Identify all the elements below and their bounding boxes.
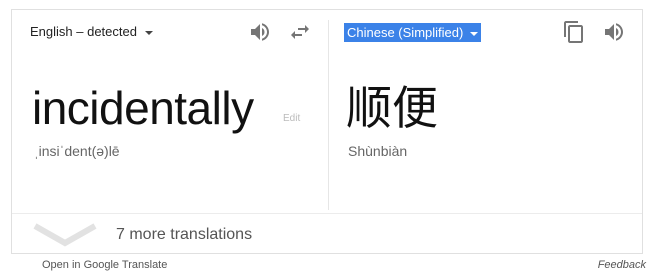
swap-languages-icon[interactable]	[288, 20, 312, 44]
source-language-label: English – detected	[30, 24, 137, 39]
chevron-down-icon	[144, 30, 153, 35]
open-in-google-translate-link[interactable]: Open in Google Translate	[42, 259, 167, 271]
feedback-link[interactable]: Feedback	[598, 259, 646, 271]
copy-icon[interactable]	[562, 20, 586, 44]
column-divider	[328, 20, 329, 210]
source-phonetic: ˌinsiˈdent(ə)lē	[34, 143, 120, 159]
chevron-down-icon	[470, 31, 479, 36]
more-translations-button[interactable]: 7 more translations	[12, 214, 642, 254]
source-language-selector[interactable]: English – detected	[30, 24, 153, 39]
target-language-label: Chinese (Simplified)	[347, 25, 464, 40]
chevron-down-icon	[33, 223, 97, 247]
more-translations-label: 7 more translations	[116, 226, 253, 243]
target-language-selector[interactable]: Chinese (Simplified)	[344, 23, 482, 42]
source-speaker-icon[interactable]	[248, 20, 272, 44]
translate-card: English – detected Chinese (Simplified) …	[11, 9, 643, 254]
translated-text: 顺便	[346, 82, 438, 134]
target-romanization: Shùnbiàn	[348, 143, 408, 159]
edit-link[interactable]: Edit	[283, 113, 300, 124]
source-text: incidentally	[32, 82, 254, 134]
target-speaker-icon[interactable]	[602, 20, 626, 44]
